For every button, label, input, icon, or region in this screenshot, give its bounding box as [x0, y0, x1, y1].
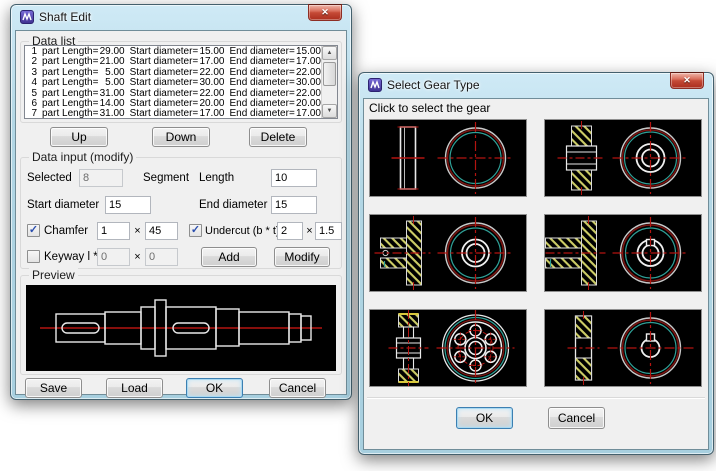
cancel-button[interactable]: Cancel	[269, 378, 326, 398]
down-button[interactable]: Down	[152, 127, 210, 147]
start-diameter-label: Start diameter	[27, 196, 99, 214]
gear-tile-plain-spur[interactable]	[369, 119, 527, 197]
selected-field[interactable]	[79, 169, 123, 187]
close-icon[interactable]: ✕	[670, 72, 704, 89]
gear-tile-left-hub[interactable]	[369, 214, 527, 292]
gear-instruction-label: Click to select the gear	[369, 99, 490, 117]
ok-button[interactable]: OK	[186, 378, 243, 398]
list-item[interactable]: 7part Length=31.00Start diameter=17.00En…	[28, 109, 321, 118]
gear-dialog-client: Click to select the gear	[363, 98, 709, 450]
segment-label: Segment	[143, 169, 189, 187]
save-button[interactable]: Save	[25, 378, 82, 398]
keyway-b-field[interactable]	[145, 248, 178, 266]
chamfer-angle-field[interactable]	[145, 222, 178, 240]
row-length: 31.00	[98, 109, 124, 118]
length-field[interactable]	[271, 169, 317, 187]
chamfer-size-field[interactable]	[97, 222, 130, 240]
gear-dialog-title: Select Gear Type	[387, 78, 480, 92]
shaft-drawing	[26, 285, 336, 371]
select-gear-type-dialog: Select Gear Type ✕ Click to select the g…	[358, 72, 714, 455]
preview-group: Preview	[20, 275, 342, 375]
data-input-group: Data input (modify) Selected Segment Len…	[20, 157, 342, 269]
row-end-label: End diameter=	[229, 109, 294, 118]
row-num: 7	[28, 109, 37, 118]
undercut-times-label: ×	[305, 222, 314, 240]
undercut-label: Undercut (b * t)	[205, 222, 280, 240]
length-label: Length	[199, 169, 234, 187]
gear-tile-lightening-holes[interactable]	[369, 309, 527, 387]
undercut-b-field[interactable]	[277, 222, 303, 240]
shaft-edit-titlebar[interactable]: Shaft Edit ✕	[11, 5, 351, 29]
gear-tile-grid	[369, 119, 702, 387]
preview-group-label: Preview	[29, 268, 78, 282]
up-button[interactable]: Up	[50, 127, 108, 147]
start-diameter-field[interactable]	[105, 196, 151, 214]
shaft-edit-dialog: Shaft Edit ✕ Data list 1part Length=29.0…	[10, 4, 352, 400]
shaft-data-rows: 1part Length=29.00Start diameter=15.00En…	[25, 46, 321, 118]
row-part-label: part Length=	[42, 109, 98, 118]
scroll-thumb[interactable]	[323, 62, 336, 86]
shaft-dialog-client: Data list 1part Length=29.00Start diamet…	[15, 30, 347, 395]
undercut-t-field[interactable]	[315, 222, 342, 240]
keyway-checkbox[interactable]	[27, 250, 40, 263]
scroll-down-icon[interactable]: ▼	[322, 104, 337, 118]
end-diameter-field[interactable]	[271, 196, 317, 214]
app-icon	[368, 78, 382, 92]
shaft-data-list[interactable]: 1part Length=29.00Start diameter=15.00En…	[24, 45, 338, 119]
load-button[interactable]: Load	[106, 378, 163, 398]
chamfer-times-label: ×	[133, 222, 142, 240]
gear-tile-keyed-bore[interactable]	[544, 309, 702, 387]
data-input-group-label: Data input (modify)	[29, 150, 136, 164]
gear-dialog-titlebar[interactable]: Select Gear Type ✕	[359, 73, 713, 97]
row-end: 17.00	[295, 109, 321, 118]
add-button[interactable]: Add	[201, 247, 257, 267]
shaft-preview-canvas	[26, 285, 336, 371]
selected-label: Selected	[27, 169, 72, 187]
keyway-l-field[interactable]	[97, 248, 130, 266]
delete-button[interactable]: Delete	[249, 127, 307, 147]
footer-separator	[367, 397, 705, 399]
cancel-button[interactable]: Cancel	[548, 407, 605, 429]
close-icon[interactable]: ✕	[308, 4, 342, 21]
row-start: 17.00	[198, 109, 224, 118]
keyway-times-label: ×	[133, 248, 142, 266]
ok-button[interactable]: OK	[456, 407, 513, 429]
shaft-dialog-title: Shaft Edit	[39, 10, 91, 24]
gear-tile-long-hub[interactable]	[544, 214, 702, 292]
undercut-checkbox[interactable]: ✓	[189, 224, 202, 237]
data-list-group: Data list 1part Length=29.00Start diamet…	[20, 41, 342, 123]
app-icon	[20, 10, 34, 24]
list-scrollbar[interactable]: ▲ ▼	[321, 46, 337, 118]
modify-button[interactable]: Modify	[274, 247, 330, 267]
chamfer-label: Chamfer	[44, 222, 88, 240]
scroll-up-icon[interactable]: ▲	[322, 46, 337, 60]
chamfer-checkbox[interactable]: ✓	[27, 224, 40, 237]
gear-tile-hub-section[interactable]	[544, 119, 702, 197]
end-diameter-label: End diameter	[199, 196, 267, 214]
row-start-label: Start diameter=	[130, 109, 199, 118]
